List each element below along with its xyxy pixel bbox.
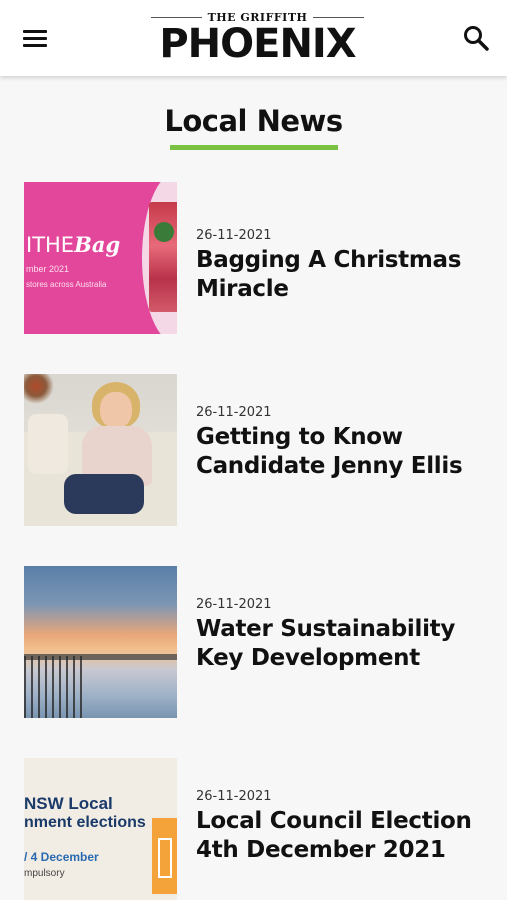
app-header: THE GRIFFITH PHOENIX (0, 0, 507, 76)
site-logo[interactable]: THE GRIFFITH PHOENIX (145, 10, 370, 68)
article-headline[interactable]: Local Council Election 4th December 2021 (196, 807, 486, 865)
article-card[interactable]: NSW Local nment elections / 4 December m… (24, 758, 494, 900)
article-date: 26-11-2021 (196, 228, 272, 243)
article-headline[interactable]: Water Sustainability Key Development (196, 615, 486, 673)
article-thumbnail[interactable]: NSW Local nment elections / 4 December m… (24, 758, 177, 900)
article-headline[interactable]: Getting to Know Candidate Jenny Ellis (196, 423, 486, 481)
hamburger-menu-icon[interactable] (20, 26, 50, 50)
article-thumbnail[interactable] (24, 566, 177, 718)
search-icon[interactable] (462, 24, 490, 52)
article-date: 26-11-2021 (196, 789, 272, 804)
article-thumbnail[interactable]: ITHEBag mber 2021 stores across Australi… (24, 182, 177, 334)
section-underline (170, 145, 338, 150)
article-card[interactable]: 26-11-2021 Water Sustainability Key Deve… (24, 566, 494, 718)
article-card[interactable]: ITHEBag mber 2021 stores across Australi… (24, 182, 494, 334)
logo-main-text: PHOENIX (159, 21, 356, 67)
section-title: Local News (164, 104, 343, 138)
article-headline[interactable]: Bagging A Christmas Miracle (196, 246, 486, 304)
article-date: 26-11-2021 (196, 597, 272, 612)
article-thumbnail[interactable] (24, 374, 177, 526)
article-date: 26-11-2021 (196, 405, 272, 420)
article-card[interactable]: 26-11-2021 Getting to Know Candidate Jen… (24, 374, 494, 526)
